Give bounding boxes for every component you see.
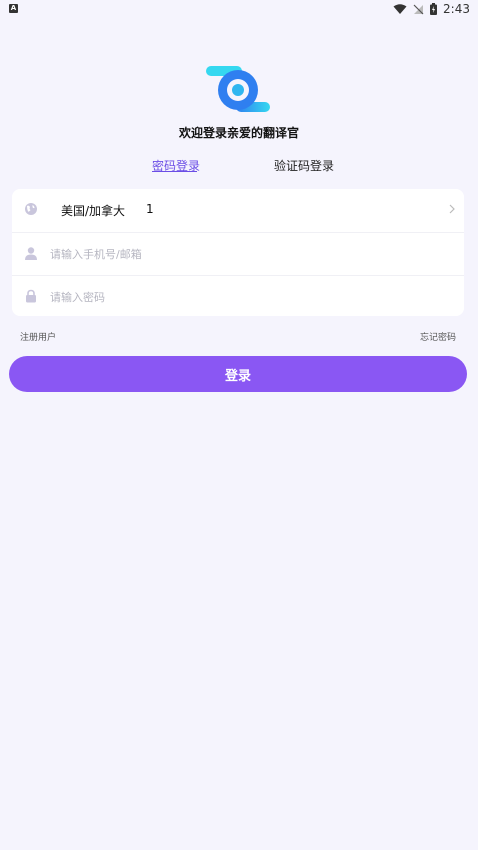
register-link[interactable]: 注册用户: [20, 330, 56, 343]
password-row: [12, 275, 464, 318]
lock-icon: [26, 289, 36, 303]
country-name: 美国/加拿大: [61, 204, 126, 218]
user-icon: [25, 247, 37, 260]
country-code: 1: [146, 202, 154, 216]
account-input[interactable]: [50, 243, 430, 265]
globe-icon: [25, 203, 37, 215]
signal-off-icon: [413, 4, 424, 14]
wifi-icon: [393, 3, 407, 14]
login-form-card: 美国/加拿大 1: [12, 189, 464, 316]
tab-sms-login[interactable]: 验证码登录: [274, 157, 334, 174]
app-logo-icon: [206, 66, 270, 112]
forgot-password-link[interactable]: 忘记密码: [420, 330, 456, 343]
chevron-right-icon: [449, 204, 455, 214]
login-button[interactable]: 登录: [9, 356, 467, 392]
country-selector[interactable]: 美国/加拿大 1: [12, 189, 464, 231]
account-row: [12, 232, 464, 275]
notification-icon: A: [9, 4, 18, 13]
status-bar: A 2:43: [0, 0, 478, 18]
welcome-title: 欢迎登录亲爱的翻译官: [178, 126, 299, 140]
battery-charging-icon: [430, 3, 438, 15]
tab-active-indicator: [152, 171, 197, 172]
status-icons: 2:43: [393, 0, 470, 18]
password-input[interactable]: [50, 286, 430, 308]
clock: 2:43: [443, 2, 470, 16]
